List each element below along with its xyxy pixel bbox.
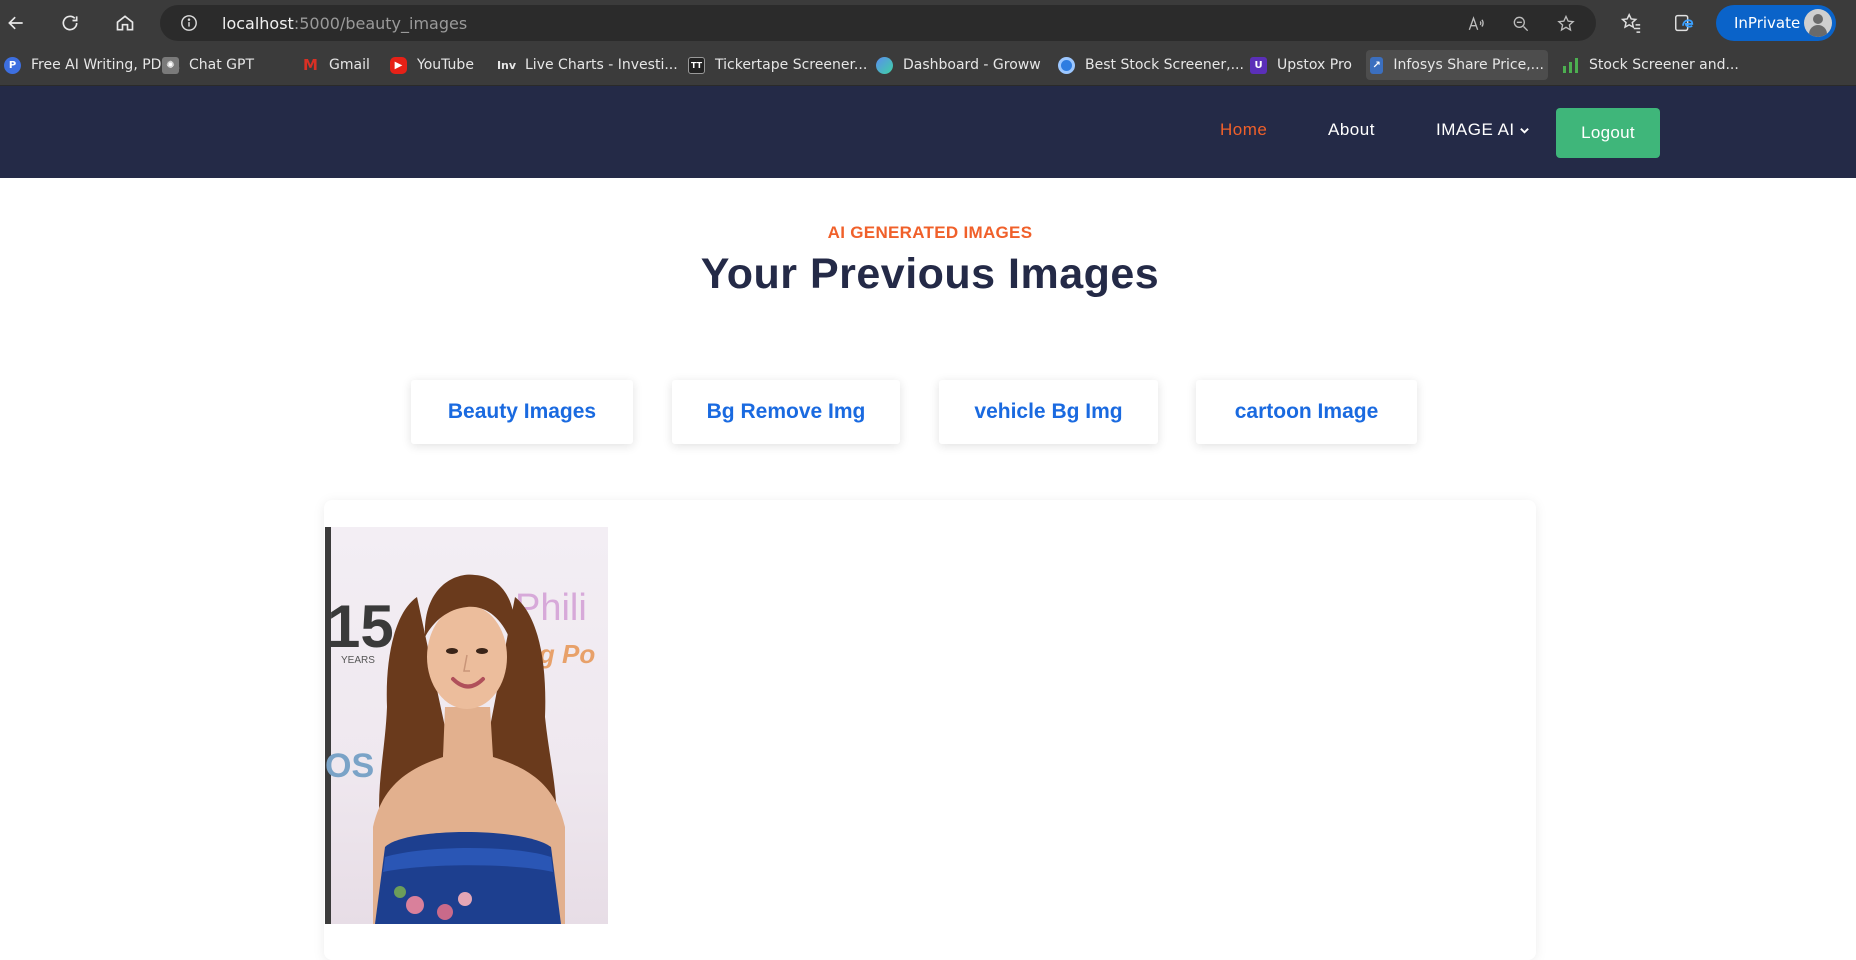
refresh-icon[interactable] — [55, 8, 85, 38]
bookmark-label: YouTube — [417, 57, 474, 73]
bookmark-label: Live Charts - Investi... — [525, 57, 678, 73]
inprivate-profile-button[interactable]: InPrivate — [1716, 5, 1836, 41]
section-eyebrow: AI GENERATED IMAGES — [827, 223, 1033, 242]
upstox-icon: U — [1250, 56, 1267, 74]
stock-bars-icon — [1562, 57, 1579, 74]
bookmark-best-stock-screener[interactable]: Best Stock Screener,... — [1054, 50, 1248, 80]
nav-about-link[interactable]: About — [1328, 120, 1375, 140]
read-aloud-icon[interactable] — [1466, 14, 1486, 34]
pdf-ai-icon: P — [4, 56, 21, 74]
url-host: localhost — [222, 14, 294, 33]
logout-button[interactable]: Logout — [1556, 108, 1660, 158]
chevron-down-icon — [1519, 128, 1529, 134]
bookmark-label: Stock Screener and... — [1589, 57, 1739, 73]
bookmark-upstox[interactable]: U Upstox Pro — [1246, 50, 1356, 80]
bookmark-label: Gmail — [329, 57, 370, 73]
generated-image-thumbnail[interactable]: 15 YEARS Phili ng Po OS hili — [325, 527, 608, 924]
portrait-figure — [373, 574, 565, 924]
site-info-icon[interactable] — [180, 14, 198, 32]
bookmarks-bar: P Free AI Writing, PDF... ✺ Chat GPT M G… — [0, 44, 1856, 86]
bookmark-label: Tickertape Screener... — [715, 57, 868, 73]
screener-icon — [1058, 56, 1075, 74]
bookmark-label: Dashboard - Groww — [903, 57, 1041, 73]
inprivate-label: InPrivate — [1734, 14, 1801, 32]
add-favorite-icon[interactable] — [1556, 14, 1576, 34]
youtube-icon: ▶ — [390, 56, 407, 74]
bookmark-infosys[interactable]: ↗ Infosys Share Price,... — [1366, 50, 1548, 80]
chatgpt-icon: ✺ — [162, 56, 179, 74]
bookmark-live-charts[interactable]: Inv Live Charts - Investi... — [494, 50, 682, 80]
home-icon[interactable] — [110, 8, 140, 38]
site-header: Home About IMAGE AI Logout — [0, 86, 1856, 178]
tab-beauty-images[interactable]: Beauty Images — [411, 380, 633, 444]
back-arrow-icon[interactable] — [1, 8, 31, 38]
tickertape-icon: TT — [688, 56, 705, 74]
nav-image-ai-dropdown[interactable]: IMAGE AI — [1436, 120, 1530, 140]
tab-vehicle-bg-img[interactable]: vehicle Bg Img — [939, 380, 1158, 444]
bookmark-groww[interactable]: Dashboard - Groww — [872, 50, 1045, 80]
favorites-icon[interactable] — [1619, 11, 1643, 35]
infosys-icon: ↗ — [1370, 56, 1384, 74]
bookmark-label: Upstox Pro — [1277, 57, 1352, 73]
tab-cartoon-image[interactable]: cartoon Image — [1196, 380, 1417, 444]
investing-icon: Inv — [496, 58, 517, 72]
profile-avatar — [1804, 9, 1832, 37]
bookmark-free-ai-writing[interactable]: P Free AI Writing, PDF... — [0, 50, 185, 80]
bookmark-label: Infosys Share Price,... — [1393, 57, 1544, 73]
bookmark-youtube[interactable]: ▶ YouTube — [386, 50, 478, 80]
address-bar[interactable]: localhost:5000/beauty_images — [160, 5, 1596, 41]
bookmark-gmail[interactable]: M Gmail — [298, 50, 374, 80]
gmail-icon: M — [303, 56, 318, 74]
bookmark-label: Chat GPT — [189, 57, 255, 73]
bookmark-tickertape[interactable]: TT Tickertape Screener... — [684, 50, 871, 80]
url-text[interactable]: localhost:5000/beauty_images — [222, 14, 467, 33]
page-title: Your Previous Images — [700, 250, 1160, 298]
url-path: :5000/beauty_images — [293, 14, 468, 33]
nav-image-ai-label: IMAGE AI — [1436, 120, 1515, 139]
nav-home-link[interactable]: Home — [1220, 120, 1267, 140]
browser-toolbar: localhost:5000/beauty_images InPrivate — [0, 0, 1856, 44]
edge-collections-icon[interactable] — [1672, 11, 1696, 35]
tab-bg-remove-img[interactable]: Bg Remove Img — [672, 380, 900, 444]
bookmark-chat-gpt[interactable]: ✺ Chat GPT — [158, 50, 258, 80]
zoom-icon[interactable] — [1511, 14, 1531, 34]
bookmark-label: Best Stock Screener,... — [1085, 57, 1244, 73]
bookmark-stock-screener[interactable]: Stock Screener and... — [1558, 50, 1743, 80]
groww-icon — [876, 56, 893, 74]
